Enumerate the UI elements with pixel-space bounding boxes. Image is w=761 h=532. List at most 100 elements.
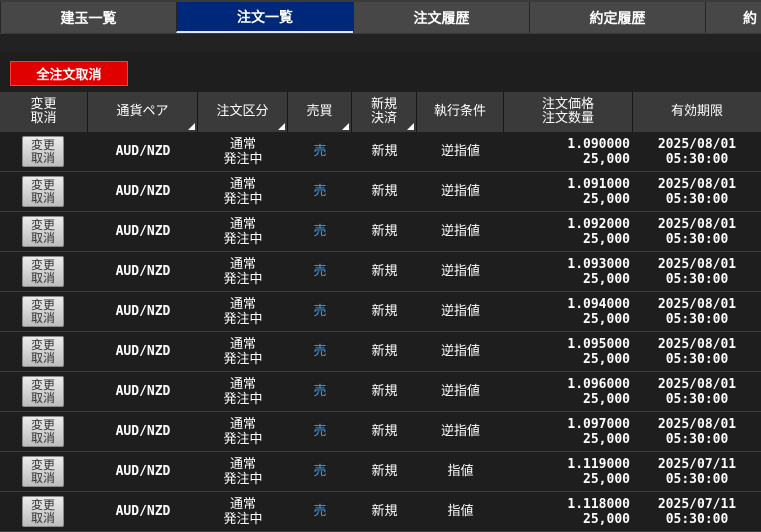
modify-cancel-button[interactable]: 変更 取消	[22, 136, 64, 167]
expiry-date: 2025/08/01	[657, 376, 737, 392]
pair-cell: AUD/NZD	[115, 384, 171, 399]
table-row: 変更 取消 AUD/NZD 通常 発注中売新規 逆指値 1.096000 25,000 20…	[0, 372, 761, 412]
modify-cancel-button[interactable]: 変更 取消	[22, 256, 64, 287]
order-price: 1.091000	[567, 176, 630, 192]
header-price-qty: 注文価格 注文数量	[504, 92, 633, 132]
expiry-time: 05:30:00	[665, 471, 729, 487]
side-cell: 売	[313, 344, 327, 359]
header-side[interactable]: 売買	[288, 92, 352, 132]
new-close-cell: 新規	[371, 264, 398, 279]
side-cell: 売	[313, 384, 327, 399]
expiry-time: 05:30:00	[665, 231, 729, 247]
pair-cell: AUD/NZD	[115, 264, 171, 279]
order-type-cell: 通常 発注中	[223, 416, 263, 447]
orders-table-body: 変更 取消 AUD/NZD 通常 発注中売新規 逆指値 1.090000 25,000 20…	[0, 132, 761, 532]
modify-cancel-button[interactable]: 変更 取消	[22, 376, 64, 407]
cancel-all-orders-button[interactable]: 全注文取消	[10, 61, 128, 86]
new-close-cell: 新規	[371, 344, 398, 359]
modify-cancel-button[interactable]: 変更 取消	[22, 416, 64, 447]
order-quantity: 25,000	[583, 191, 630, 207]
condition-cell: 逆指値	[440, 144, 480, 159]
sort-triangle-icon[interactable]	[278, 123, 285, 130]
new-close-cell: 新規	[371, 384, 398, 399]
table-row: 変更 取消 AUD/NZD 通常 発注中売新規 逆指値 1.091000 25,000 20…	[0, 172, 761, 212]
new-close-cell: 新規	[371, 464, 398, 479]
header-pair[interactable]: 通貨ペア	[88, 92, 198, 132]
pair-cell: AUD/NZD	[115, 184, 171, 199]
modify-cancel-button[interactable]: 変更 取消	[22, 336, 64, 367]
tab-execution-history[interactable]: 約定履歴	[529, 2, 705, 33]
order-quantity: 25,000	[583, 311, 630, 327]
expiry-date: 2025/08/01	[657, 216, 737, 232]
sort-triangle-icon[interactable]	[188, 123, 195, 130]
condition-cell: 指値	[447, 464, 474, 479]
order-type-cell: 通常 発注中	[223, 456, 263, 487]
new-close-cell: 新規	[371, 224, 398, 239]
expiry-date: 2025/08/01	[657, 296, 737, 312]
side-cell: 売	[313, 184, 327, 199]
condition-cell: 逆指値	[440, 264, 480, 279]
toolbar-gap	[0, 34, 761, 52]
order-price: 1.096000	[567, 376, 630, 392]
order-quantity: 25,000	[583, 511, 630, 527]
header-expiry: 有効期限	[670, 104, 723, 119]
header-order-type[interactable]: 注文区分	[198, 92, 288, 132]
order-price: 1.090000	[567, 136, 630, 152]
expiry-time: 05:30:00	[665, 191, 729, 207]
pair-cell: AUD/NZD	[115, 464, 171, 479]
expiry-cell: 2025/08/01 05:30:00	[633, 292, 761, 331]
tab-more[interactable]: 約	[705, 2, 761, 33]
price-qty-cell: 1.090000 25,000	[504, 132, 633, 171]
order-quantity: 25,000	[583, 151, 630, 167]
expiry-cell: 2025/08/01 05:30:00	[633, 252, 761, 291]
expiry-cell: 2025/08/01 05:30:00	[633, 412, 761, 451]
price-qty-cell: 1.097000 25,000	[504, 412, 633, 451]
expiry-time: 05:30:00	[665, 431, 729, 447]
modify-cancel-button[interactable]: 変更 取消	[22, 216, 64, 247]
expiry-cell: 2025/07/11 05:30:00	[633, 492, 761, 531]
price-qty-cell: 1.119000 25,000	[504, 452, 633, 491]
order-type-cell: 通常 発注中	[223, 296, 263, 327]
header-action: 変更 取消	[0, 92, 88, 132]
expiry-cell: 2025/08/01 05:30:00	[633, 212, 761, 251]
sort-triangle-icon[interactable]	[342, 123, 349, 130]
modify-cancel-button[interactable]: 変更 取消	[22, 496, 64, 527]
order-quantity: 25,000	[583, 471, 630, 487]
order-type-cell: 通常 発注中	[223, 136, 263, 167]
expiry-date: 2025/07/11	[657, 496, 737, 512]
price-qty-cell: 1.096000 25,000	[504, 372, 633, 411]
order-type-cell: 通常 発注中	[223, 376, 263, 407]
condition-cell: 逆指値	[440, 184, 480, 199]
tab-orders[interactable]: 注文一覧	[176, 2, 353, 33]
order-type-cell: 通常 発注中	[223, 336, 263, 367]
expiry-time: 05:30:00	[665, 151, 729, 167]
tab-order-history[interactable]: 注文履歴	[353, 2, 529, 33]
side-cell: 売	[313, 464, 327, 479]
modify-cancel-button[interactable]: 変更 取消	[22, 296, 64, 327]
order-price: 1.092000	[567, 216, 630, 232]
expiry-date: 2025/07/11	[657, 456, 737, 472]
expiry-date: 2025/08/01	[657, 416, 737, 432]
header-new-close[interactable]: 新規 決済	[352, 92, 417, 132]
order-price: 1.097000	[567, 416, 630, 432]
expiry-cell: 2025/08/01 05:30:00	[633, 332, 761, 371]
modify-cancel-button[interactable]: 変更 取消	[22, 176, 64, 207]
price-qty-cell: 1.093000 25,000	[504, 252, 633, 291]
header-pair-label: 通貨ペア	[116, 104, 169, 119]
new-close-cell: 新規	[371, 504, 398, 519]
condition-cell: 逆指値	[440, 424, 480, 439]
expiry-cell: 2025/08/01 05:30:00	[633, 372, 761, 411]
expiry-cell: 2025/07/11 05:30:00	[633, 452, 761, 491]
side-cell: 売	[313, 424, 327, 439]
new-close-cell: 新規	[371, 144, 398, 159]
table-row: 変更 取消 AUD/NZD 通常 発注中売新規 逆指値 1.095000 25,000 20…	[0, 332, 761, 372]
pair-cell: AUD/NZD	[115, 504, 171, 519]
expiry-date: 2025/08/01	[657, 336, 737, 352]
side-cell: 売	[313, 304, 327, 319]
condition-cell: 指値	[447, 504, 474, 519]
expiry-date: 2025/08/01	[657, 256, 737, 272]
modify-cancel-button[interactable]: 変更 取消	[22, 456, 64, 487]
sort-triangle-icon[interactable]	[407, 123, 414, 130]
order-quantity: 25,000	[583, 431, 630, 447]
tab-positions[interactable]: 建玉一覧	[0, 2, 176, 33]
